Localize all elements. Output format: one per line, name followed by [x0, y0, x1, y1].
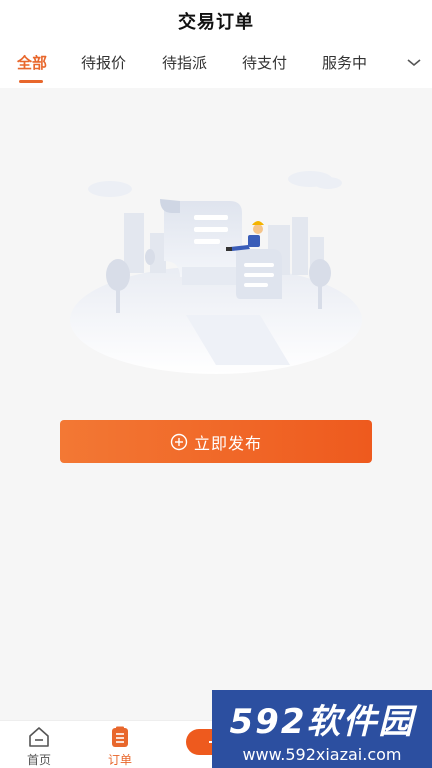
nav-item-home[interactable]: 首页 — [9, 721, 69, 768]
empty-orders-illustration — [70, 171, 362, 374]
watermark-url: www.592xiazai.com — [242, 745, 402, 764]
publish-button-label: 立即发布 — [193, 433, 262, 453]
app-header: 交易订单 全部 待报价 待指派 待支付 服务中 — [0, 0, 432, 88]
plus-circle-icon — [170, 433, 188, 450]
nav-label-home: 首页 — [26, 753, 51, 767]
page-title: 交易订单 — [178, 12, 254, 33]
watermark-logo: 592软件园 — [229, 702, 415, 742]
tab-pending-assign[interactable]: 待指派 — [162, 52, 207, 73]
publish-now-button[interactable]: 立即发布 — [60, 420, 372, 463]
watermark: 592软件园 www.592xiazai.com — [212, 690, 432, 768]
tab-pending-payment[interactable]: 待支付 — [242, 52, 287, 73]
order-list-icon — [112, 726, 128, 747]
order-status-tabs: 全部 待报价 待指派 待支付 服务中 — [0, 48, 432, 88]
chevron-down-icon[interactable] — [404, 52, 424, 72]
tab-in-service[interactable]: 服务中 — [322, 52, 367, 73]
tab-all[interactable]: 全部 — [17, 52, 47, 73]
nav-label-orders: 订单 — [107, 753, 132, 767]
active-tab-indicator — [19, 80, 43, 83]
tab-pending-quote[interactable]: 待报价 — [81, 52, 126, 73]
home-icon — [29, 727, 49, 747]
nav-item-orders[interactable]: 订单 — [90, 721, 150, 768]
